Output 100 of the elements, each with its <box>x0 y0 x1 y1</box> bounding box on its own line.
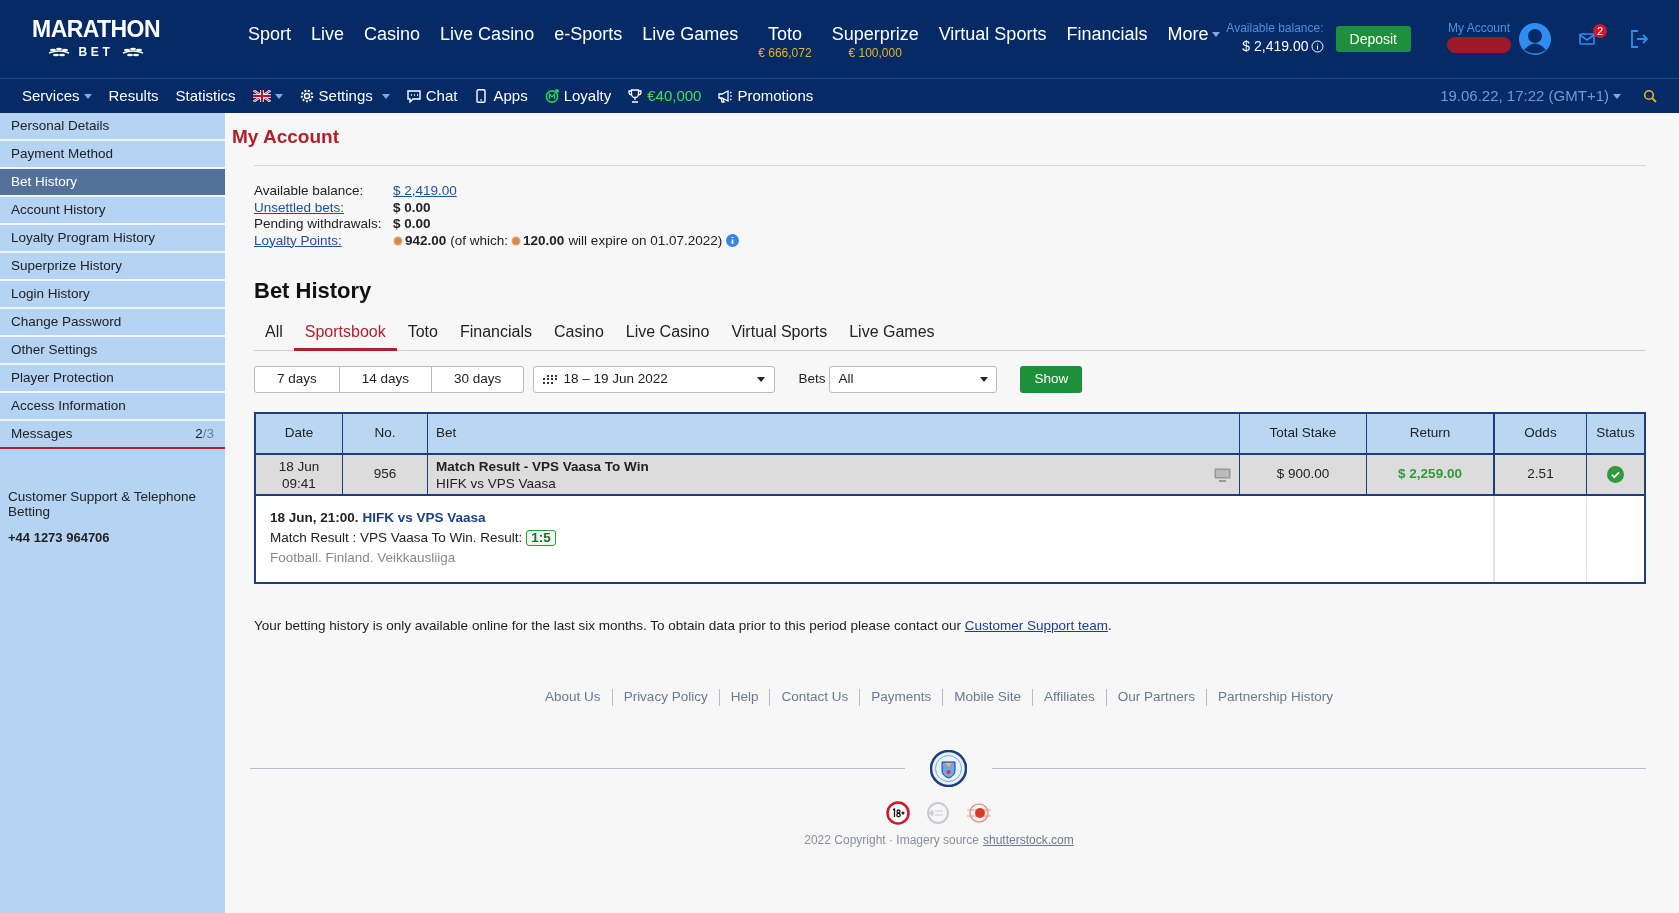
summary-value: $ 0.00 <box>393 216 431 233</box>
event-time: 18 Jun, 21:00. <box>270 510 359 526</box>
nav-link[interactable]: Promotions <box>718 84 814 108</box>
tab[interactable]: Sportsbook <box>293 320 397 351</box>
tab[interactable]: Virtual Sports <box>720 320 839 351</box>
points-value: 942.00 <box>405 232 447 249</box>
points-note: (of which: <box>450 232 509 249</box>
nav-link[interactable]: Financials <box>1066 22 1148 60</box>
logo[interactable]: MARATHON BET <box>22 17 170 61</box>
phone-icon <box>474 89 489 103</box>
table-cell: 956 <box>342 455 427 494</box>
coin-icon <box>393 235 403 246</box>
sidebar-item[interactable]: Messages 2/3 <box>0 421 225 449</box>
nav-link[interactable]: Loyalty <box>544 84 612 108</box>
timezone-selector[interactable]: 19.06.22, 17:22 (GMT+1) <box>1440 84 1621 108</box>
sidebar-item[interactable]: Account History <box>0 197 225 225</box>
show-button[interactable]: Show <box>1020 366 1083 393</box>
footer-link[interactable]: Help <box>730 687 759 708</box>
tab[interactable]: All <box>254 320 294 351</box>
support-link[interactable]: Customer Support team <box>964 618 1108 633</box>
footer-link[interactable]: Partnership History <box>1218 687 1333 708</box>
nav-link[interactable]: Sport <box>248 22 292 60</box>
sidebar-item[interactable]: Bet History <box>0 169 225 197</box>
sidebar-item[interactable]: Login History <box>0 281 225 309</box>
sidebar-item[interactable]: Other Settings <box>0 337 225 365</box>
nav-link[interactable]: Casino <box>364 22 421 60</box>
info-icon[interactable] <box>1310 40 1324 53</box>
caret-icon <box>757 377 766 382</box>
column-header: Return <box>1366 414 1493 453</box>
period-button[interactable]: 7 days <box>255 367 339 392</box>
tab[interactable]: Live Casino <box>614 320 721 351</box>
footer-link[interactable]: About Us <box>545 687 601 708</box>
nav-link[interactable]: Apps <box>474 84 528 108</box>
filter-label: Bets <box>798 370 826 389</box>
imagery-source-link[interactable]: shutterstock.com <box>983 830 1074 849</box>
loyalty-badge-icon <box>544 89 559 103</box>
nav-link[interactable]: More <box>1167 22 1221 60</box>
sidebar-item[interactable]: Superprize History <box>0 253 225 281</box>
account-label[interactable]: My Account <box>1448 19 1510 37</box>
info-icon[interactable] <box>726 234 740 248</box>
result-text: Match Result : VPS Vaasa To Win. Result: <box>270 530 523 546</box>
footer-link[interactable]: Affiliates <box>1044 687 1095 708</box>
nav-link[interactable]: e-Sports <box>554 22 623 60</box>
nav-link[interactable]: Superprize € 100,000 <box>831 22 919 60</box>
tab[interactable]: Financials <box>448 320 543 351</box>
nav-link[interactable]: Chat <box>406 84 458 108</box>
nav-link[interactable]: Virtual Sports <box>938 22 1047 60</box>
section-heading: Bet History <box>254 278 373 304</box>
nav-link[interactable]: Live Games <box>642 22 739 60</box>
summary-label[interactable]: Loyalty Points: <box>254 232 342 249</box>
nav-link[interactable]: Toto € 666,072 <box>758 22 812 60</box>
bets-dropdown[interactable]: All <box>829 366 998 393</box>
sidebar-item[interactable]: Access Information <box>0 393 225 421</box>
age-restriction-icon[interactable] <box>886 800 910 825</box>
messages-button[interactable]: 2 <box>1579 24 1607 45</box>
gambling-support-icon[interactable] <box>966 800 992 825</box>
nav-link[interactable]: Live <box>311 22 345 60</box>
mail-icon <box>1579 33 1595 45</box>
points-note: will expire on 01.07.2022) <box>568 232 723 249</box>
language-selector[interactable] <box>252 90 283 102</box>
nav-link[interactable]: Live Casino <box>440 22 535 60</box>
services-menu[interactable]: Services <box>22 84 92 108</box>
settings-menu[interactable]: Settings <box>299 84 390 108</box>
event-path: Football. Finland. Veikkausliiga <box>270 550 457 566</box>
summary-value[interactable]: $ 2,419.00 <box>393 183 457 200</box>
caret-icon <box>83 93 92 99</box>
club-crest-icon[interactable] <box>929 749 967 787</box>
deposit-button[interactable]: Deposit <box>1335 26 1411 52</box>
footer-link[interactable]: Mobile Site <box>954 687 1022 708</box>
column-header: Bet <box>427 414 1239 453</box>
event-link[interactable]: HIFK vs VPS Vaasa <box>362 510 486 526</box>
tab[interactable]: Toto <box>396 320 449 351</box>
sidebar-item[interactable]: Loyalty Program History <box>0 225 225 253</box>
nav-link[interactable]: Results <box>108 84 159 108</box>
footer-link[interactable]: Our Partners <box>1117 687 1196 708</box>
sidebar-item[interactable]: Change Password <box>0 309 225 337</box>
footer-link[interactable]: Privacy Policy <box>623 687 708 708</box>
period-button[interactable]: 14 days <box>338 367 432 392</box>
logout-icon[interactable] <box>1629 29 1649 49</box>
footer-link[interactable]: Contact Us <box>781 687 849 708</box>
copyright-text: 2022 Copyright · Imagery source <box>804 831 979 849</box>
sidebar-item[interactable]: Personal Details <box>0 113 225 141</box>
avatar-icon[interactable] <box>1519 23 1551 55</box>
column-header: Status <box>1586 414 1644 453</box>
bet-market: Match Result - VPS Vaasa To Win <box>436 457 650 475</box>
sidebar-item[interactable]: Player Protection <box>0 365 225 393</box>
period-button[interactable]: 30 days <box>431 367 524 392</box>
search-icon[interactable] <box>1643 89 1657 103</box>
summary-label[interactable]: Unsettled bets: <box>254 199 345 216</box>
column-header: Total Stake <box>1239 414 1366 453</box>
nav-link[interactable]: Statistics <box>175 84 236 108</box>
nav-link[interactable]: €40,000 <box>628 84 702 108</box>
tab[interactable]: Casino <box>543 320 615 351</box>
caret-icon <box>274 93 283 99</box>
gear-icon <box>299 89 314 103</box>
column-header: Odds <box>1493 414 1586 453</box>
footer-link[interactable]: Payments <box>871 687 932 708</box>
date-range-dropdown[interactable]: 18 – 19 Jun 2022 <box>533 366 776 393</box>
tab[interactable]: Live Games <box>838 320 946 351</box>
calendar-icon <box>543 374 558 385</box>
